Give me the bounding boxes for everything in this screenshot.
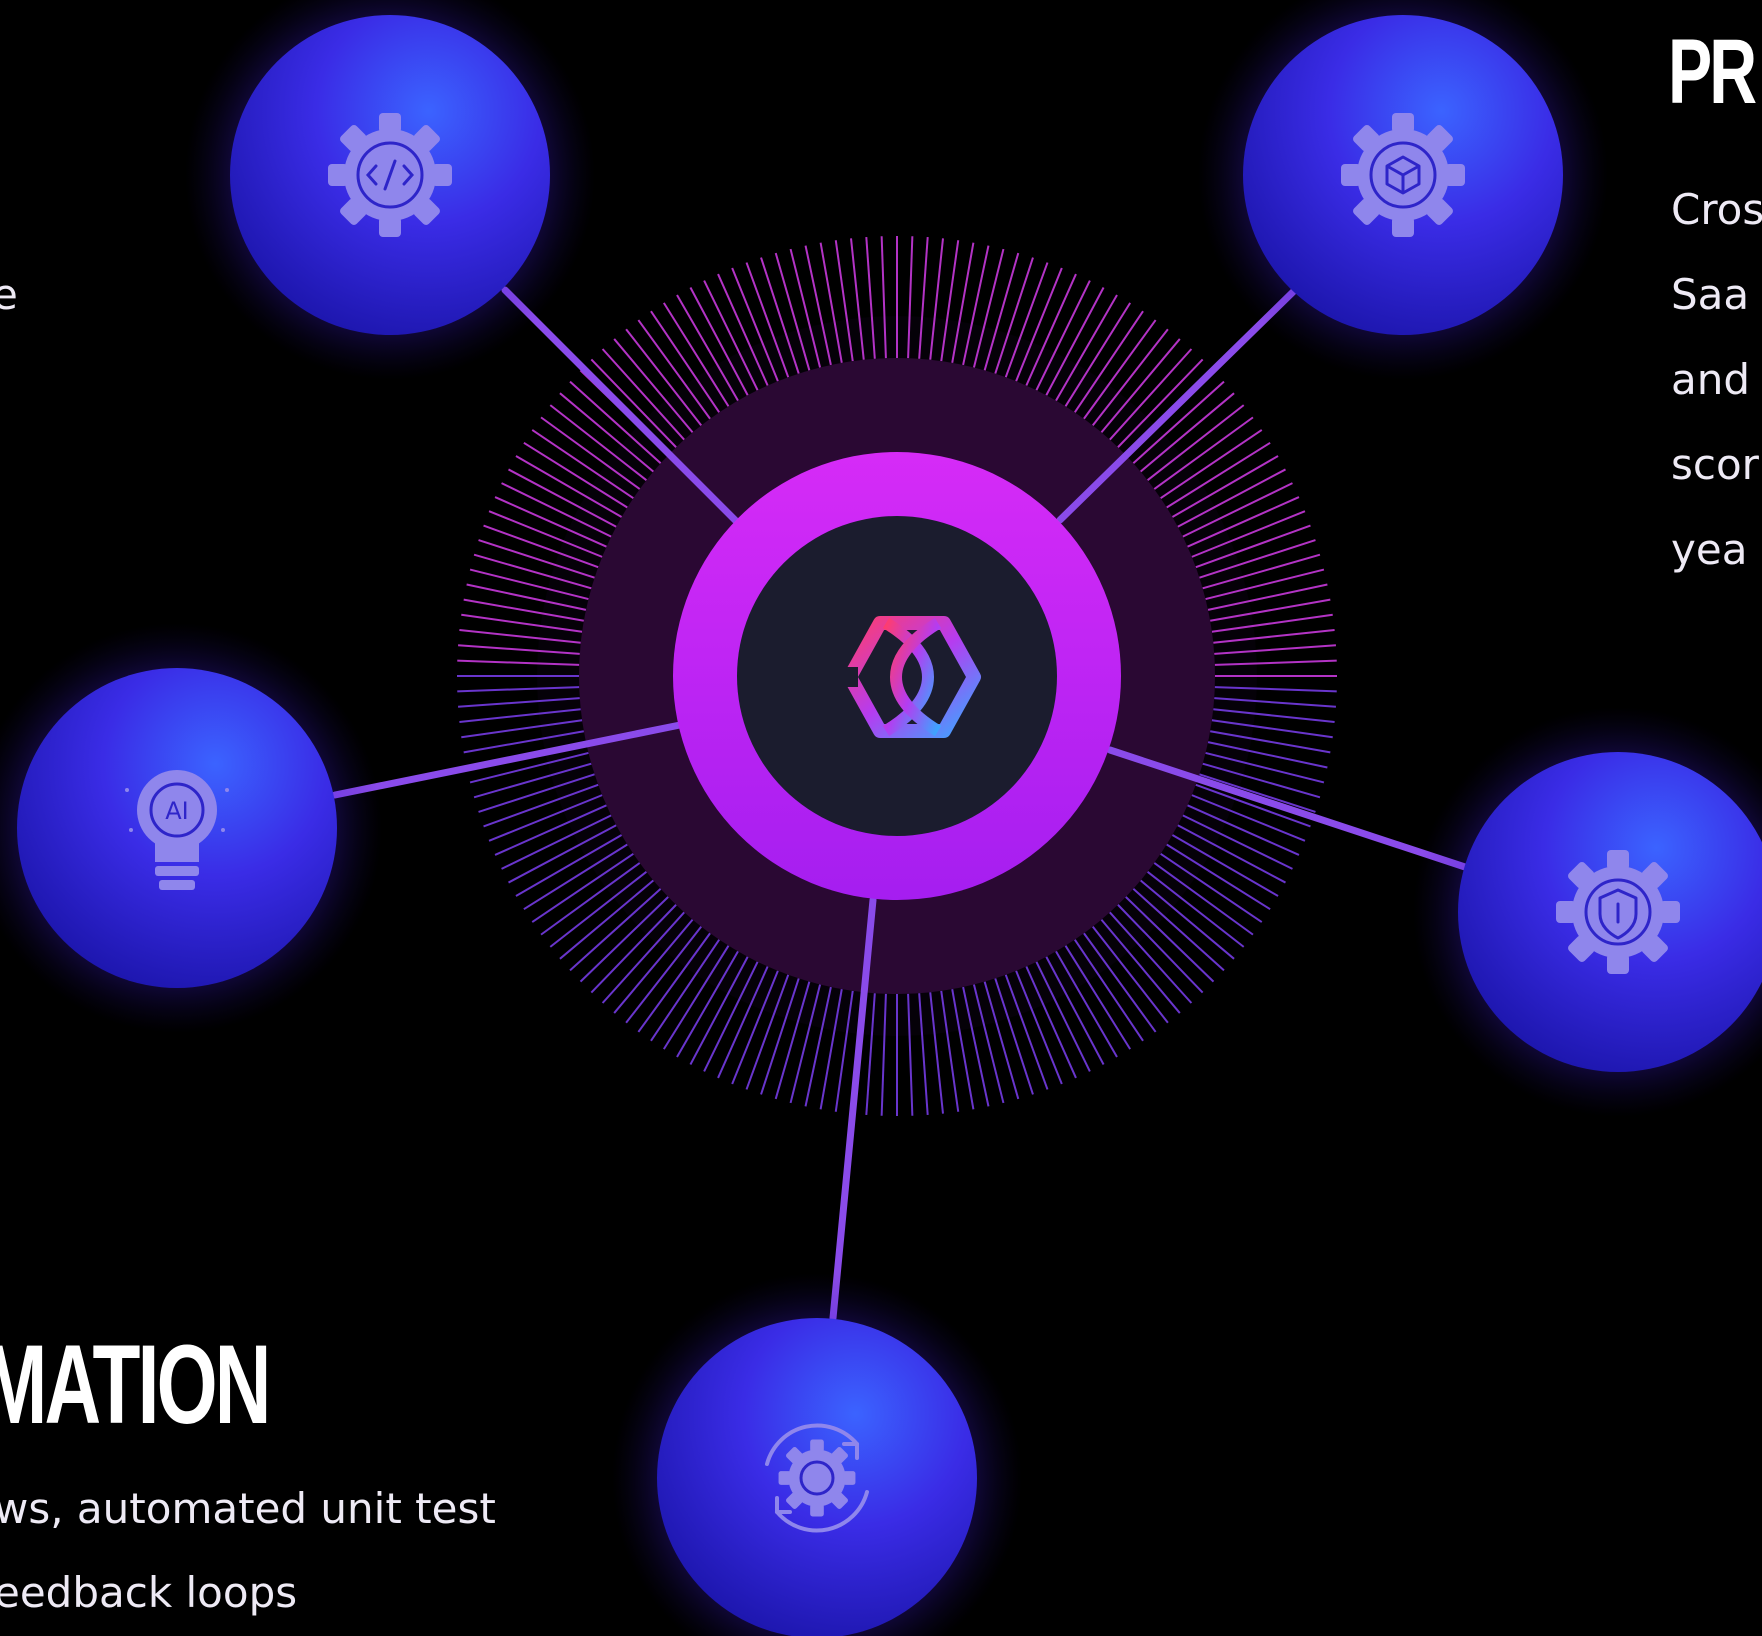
top-right-feature-line-2: Saa bbox=[1671, 270, 1750, 319]
top-right-feature-line-3: and bbox=[1671, 355, 1751, 404]
top-right-feature-line-4: scor bbox=[1671, 440, 1759, 489]
left-description-fragment: e bbox=[0, 270, 18, 319]
box-gear-icon bbox=[1341, 113, 1465, 237]
node-ai-bulb[interactable]: AI bbox=[0, 623, 382, 1033]
bottom-left-feature-line-2: eedback loops bbox=[0, 1568, 298, 1617]
node-sync-gear[interactable] bbox=[612, 1273, 1022, 1636]
code-gear-icon bbox=[328, 113, 452, 237]
top-right-feature-line-1: Cros bbox=[1671, 185, 1762, 234]
sync-gear-icon bbox=[765, 1423, 869, 1533]
bottom-left-feature-line-1: ws, automated unit test bbox=[0, 1484, 496, 1533]
hub-diagram: AI e PR Cros Saa and scor yea MATION ws,… bbox=[0, 0, 1762, 1636]
shield-gear-icon bbox=[1556, 850, 1680, 974]
top-right-feature-title: PR bbox=[1668, 21, 1757, 123]
top-right-feature-line-5: yea bbox=[1671, 525, 1748, 574]
node-shield-gear[interactable] bbox=[1413, 707, 1762, 1117]
bottom-left-feature-title: MATION bbox=[0, 1322, 271, 1447]
svg-text:AI: AI bbox=[165, 797, 189, 825]
